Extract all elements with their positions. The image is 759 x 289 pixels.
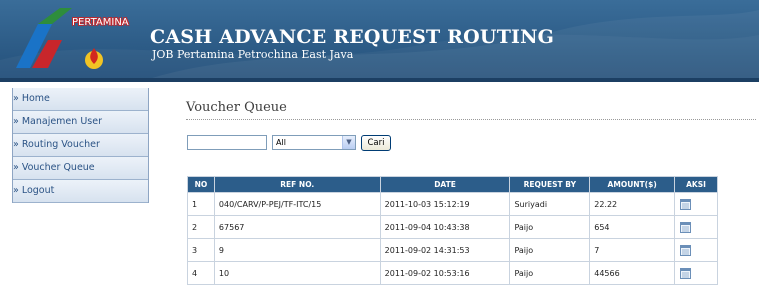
column-header-ref-no: REF NO. [213,176,381,193]
page-title: Voucher Queue [186,100,287,115]
filter-select[interactable]: All ▼ [272,135,356,150]
cell-amount: 7 [589,238,676,262]
filter-select-value: All [276,138,286,147]
sidebar-nav: » Home » Manajemen User » Routing Vouche… [12,88,149,203]
cell-request-by: Suriyadi [509,192,591,216]
cell-no: 4 [187,261,215,285]
table-row: 2 67567 2011-09-04 10:43:38 Paijo 654 [187,215,718,239]
sidebar-item-routing-voucher[interactable]: » Routing Voucher [13,134,148,157]
sidebar-item-voucher-queue[interactable]: » Voucher Queue [13,157,148,180]
sidebar-item-manajemen-user[interactable]: » Manajemen User [13,111,148,134]
cell-ref-no: 67567 [213,215,381,239]
cell-no: 2 [187,215,215,239]
cell-date: 2011-10-03 15:12:19 [379,192,511,216]
pertamina-logo [16,8,103,69]
table-row: 3 9 2011-09-02 14:31:53 Paijo 7 [187,238,718,262]
calendar-icon[interactable] [680,267,692,279]
column-header-aksi: AKSI [674,176,718,193]
cell-aksi [674,215,718,239]
cell-ref-no: 9 [213,238,381,262]
voucher-table: NO REF NO. DATE REQUEST BY AMOUNT($) AKS… [187,176,718,285]
logo-text: PERTAMINA [72,17,129,28]
header-bottom-border [0,78,759,82]
cell-amount: 44566 [589,261,676,285]
calendar-icon[interactable] [680,221,692,233]
app-title: CASH ADVANCE REQUEST ROUTING [150,26,555,48]
cell-aksi [674,238,718,262]
search-button[interactable]: Cari [361,135,391,151]
cell-ref-no: 10 [213,261,381,285]
title-divider [186,119,756,120]
cell-amount: 22.22 [589,192,676,216]
table-row: 1 040/CARV/P-PEJ/TF-ITC/15 2011-10-03 15… [187,192,718,216]
sidebar-item-home[interactable]: » Home [13,88,148,111]
column-header-amount: AMOUNT($) [589,176,676,193]
calendar-icon[interactable] [680,244,692,256]
cell-request-by: Paijo [509,215,591,239]
chevron-down-icon[interactable]: ▼ [342,136,355,149]
search-input[interactable] [187,135,267,150]
app-header: PERTAMINA CASH ADVANCE REQUEST ROUTING J… [0,0,759,82]
calendar-icon[interactable] [680,198,692,210]
column-header-date: DATE [379,176,511,193]
cell-date: 2011-09-02 10:53:16 [379,261,511,285]
table-header-row: NO REF NO. DATE REQUEST BY AMOUNT($) AKS… [187,176,718,193]
cell-date: 2011-09-04 10:43:38 [379,215,511,239]
cell-ref-no: 040/CARV/P-PEJ/TF-ITC/15 [213,192,381,216]
app-subtitle: JOB Pertamina Petrochina East Java [152,48,354,61]
cell-amount: 654 [589,215,676,239]
cell-request-by: Paijo [509,261,591,285]
cell-aksi [674,261,718,285]
cell-date: 2011-09-02 14:31:53 [379,238,511,262]
cell-no: 1 [187,192,215,216]
cell-request-by: Paijo [509,238,591,262]
sidebar-item-logout[interactable]: » Logout [13,180,148,203]
cell-no: 3 [187,238,215,262]
table-row: 4 10 2011-09-02 10:53:16 Paijo 44566 [187,261,718,285]
column-header-no: NO [187,176,215,193]
cell-aksi [674,192,718,216]
column-header-request-by: REQUEST BY [509,176,591,193]
